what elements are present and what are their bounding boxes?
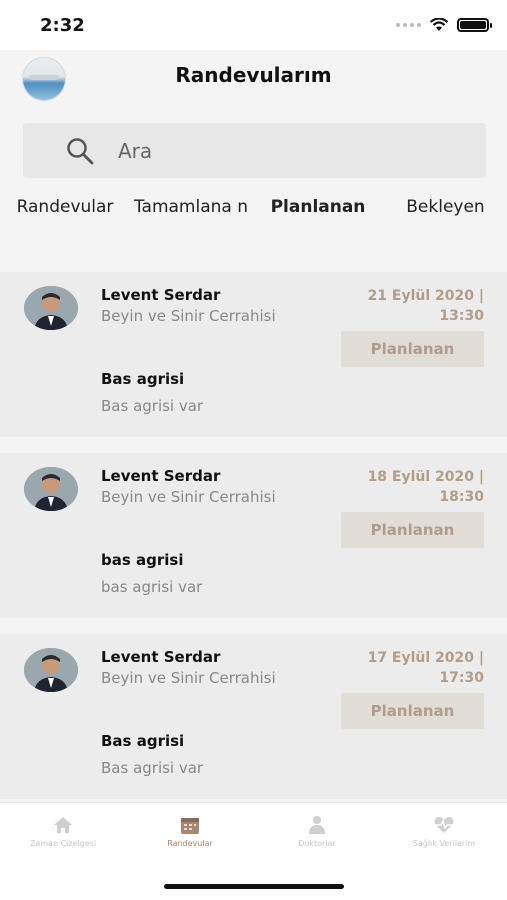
- appointment-date: 17 Eylül 2020 | 17:30: [367, 650, 484, 686]
- doctor-avatar: [24, 648, 78, 692]
- search-bar[interactable]: Ara: [23, 123, 486, 178]
- tabbar-item-appointments[interactable]: Randevular: [127, 815, 253, 848]
- page-title: Randevularım: [175, 63, 332, 87]
- home-icon: [54, 817, 72, 833]
- appointment-card[interactable]: Levent Serdar Beyin ve Sinir Cerrahisi 1…: [0, 453, 507, 618]
- tabbar-label: Zaman Çizelgesi: [29, 839, 97, 848]
- tabbar-item-doctors[interactable]: Doktorlar: [254, 815, 380, 848]
- doctor-specialty: Beyin ve Sinir Cerrahisi: [101, 488, 276, 506]
- tab-tamamlanan[interactable]: Tamamlana n: [131, 196, 251, 219]
- tabbar-label: Sağlık Verilerim: [412, 839, 476, 848]
- doctor-avatar: [24, 286, 78, 330]
- appointment-date: 21 Eylül 2020 | 13:30: [367, 288, 484, 324]
- status-time: 2:32: [40, 15, 85, 36]
- doctor-specialty: Beyin ve Sinir Cerrahisi: [101, 669, 276, 687]
- doctor-icon: [309, 816, 325, 834]
- tabbar-label: Randevular: [167, 839, 213, 848]
- tab-planlanan[interactable]: Planlanan: [263, 196, 373, 219]
- complaint-note: Bas agrisi var: [101, 759, 204, 777]
- search-input[interactable]: Ara: [118, 139, 152, 163]
- signal-icon: [396, 23, 421, 27]
- status-badge[interactable]: Planlanan: [341, 331, 484, 367]
- appointment-card[interactable]: Levent Serdar Beyin ve Sinir Cerrahisi 1…: [0, 634, 507, 799]
- complaint-title: bas agrisi: [101, 551, 184, 569]
- appointment-card[interactable]: Levent Serdar Beyin ve Sinir Cerrahisi 2…: [0, 272, 507, 437]
- calendar-icon: [181, 818, 199, 834]
- doctor-name: Levent Serdar: [101, 467, 221, 485]
- status-bar: 2:32: [0, 0, 507, 50]
- status-icons: [396, 18, 492, 32]
- doctor-name: Levent Serdar: [101, 286, 221, 304]
- complaint-note: Bas agrisi var: [101, 397, 204, 415]
- doctor-name: Levent Serdar: [101, 648, 221, 666]
- wifi-icon: [429, 18, 449, 31]
- battery-icon: [457, 18, 492, 32]
- search-icon: [67, 138, 94, 165]
- tabbar-item-health-data[interactable]: Sağlık Verilerim: [381, 815, 507, 848]
- doctor-specialty: Beyin ve Sinir Cerrahisi: [101, 307, 276, 325]
- tabbar-item-timeline[interactable]: Zaman Çizelgesi: [0, 815, 126, 848]
- appointment-date: 18 Eylül 2020 | 18:30: [367, 469, 484, 505]
- complaint-note: bas agrisi var: [101, 578, 203, 596]
- complaint-title: Bas agrisi: [101, 732, 185, 750]
- header: Randevularım: [0, 50, 507, 102]
- tab-randevular[interactable]: Randevular: [9, 196, 121, 219]
- status-badge[interactable]: Planlanan: [341, 512, 484, 548]
- doctor-avatar: [24, 467, 78, 511]
- tab-bar: Randevular Tamamlana n Planlanan Bekleye…: [0, 196, 507, 246]
- status-badge[interactable]: Planlanan: [341, 693, 484, 729]
- tab-bekleyen[interactable]: Bekleyen: [398, 196, 493, 219]
- heart-pulse-icon: [434, 816, 454, 833]
- home-indicator: [164, 884, 344, 889]
- tabbar-label: Doktorlar: [298, 839, 336, 848]
- complaint-title: Bas agrisi: [101, 370, 185, 388]
